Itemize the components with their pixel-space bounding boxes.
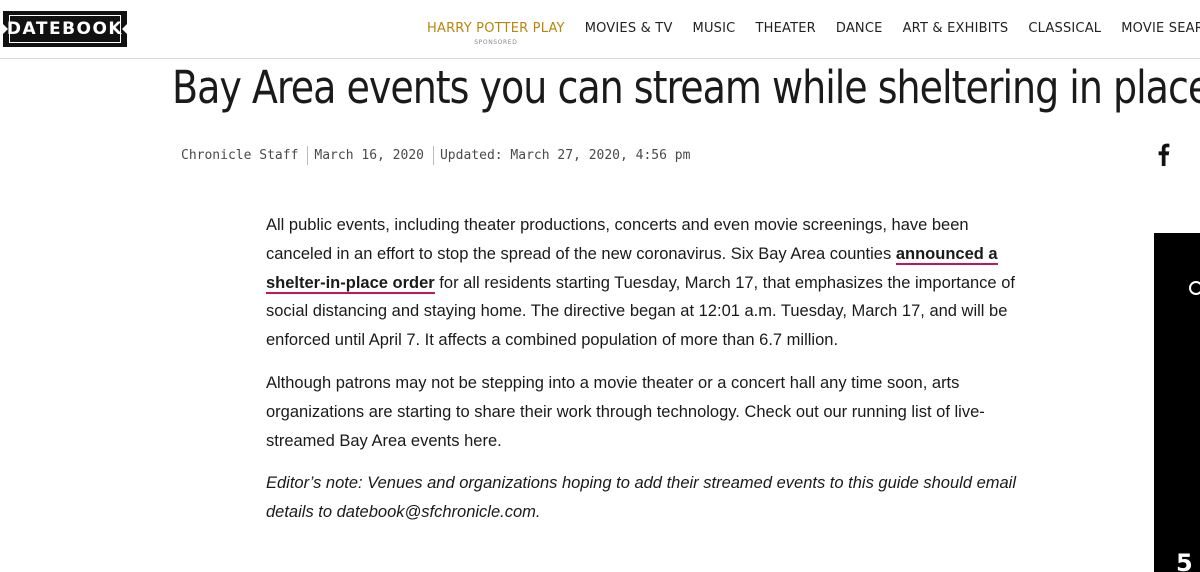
- byline-divider: [307, 146, 309, 165]
- paragraph: All public events, including theater pro…: [266, 211, 1026, 355]
- logo-text: DATEBOOK: [7, 15, 122, 43]
- editors-note: Editor’s note: Venues and organizations …: [266, 474, 1017, 522]
- article-headline: Bay Area events you can stream while she…: [172, 61, 1200, 114]
- site-header: DATEBOOK HARRY POTTER PLAY SPONSORED MOV…: [0, 0, 1200, 59]
- nav-item-label: HARRY POTTER PLAY: [427, 21, 565, 36]
- facebook-icon[interactable]: [1155, 142, 1171, 166]
- author-link[interactable]: Chronicle Staff: [181, 148, 298, 163]
- nav-item-harry-potter-play[interactable]: HARRY POTTER PLAY SPONSORED: [427, 21, 565, 46]
- nav-item-dance[interactable]: DANCE: [836, 21, 883, 36]
- article-body: All public events, including theater pro…: [266, 211, 1026, 541]
- byline-divider: [432, 146, 434, 165]
- datebook-logo[interactable]: DATEBOOK: [3, 11, 127, 47]
- nav-item-theater[interactable]: THEATER: [755, 21, 815, 36]
- publish-date: March 16, 2020: [314, 148, 424, 163]
- nav-item-classical[interactable]: CLASSICAL: [1028, 21, 1101, 36]
- nav-item-music[interactable]: MUSIC: [693, 21, 736, 36]
- nav-item-movies-tv[interactable]: MOVIES & TV: [585, 21, 673, 36]
- nav-item-movie-search[interactable]: MOVIE SEARCH: [1121, 21, 1200, 36]
- side-promo-panel[interactable]: 5: [1154, 233, 1200, 572]
- circle-icon: [1189, 281, 1200, 295]
- main-nav: HARRY POTTER PLAY SPONSORED MOVIES & TV …: [427, 21, 1200, 46]
- byline: Chronicle Staff March 16, 2020 Updated: …: [181, 146, 690, 165]
- paragraph: Although patrons may not be stepping int…: [266, 373, 985, 450]
- sponsored-label: SPONSORED: [474, 39, 518, 46]
- paragraph-text: All public events, including theater pro…: [266, 216, 969, 263]
- updated-date: Updated: March 27, 2020, 4:56 pm: [439, 148, 691, 163]
- nav-item-art-exhibits[interactable]: ART & EXHIBITS: [903, 21, 1009, 36]
- side-panel-number: 5: [1176, 549, 1193, 572]
